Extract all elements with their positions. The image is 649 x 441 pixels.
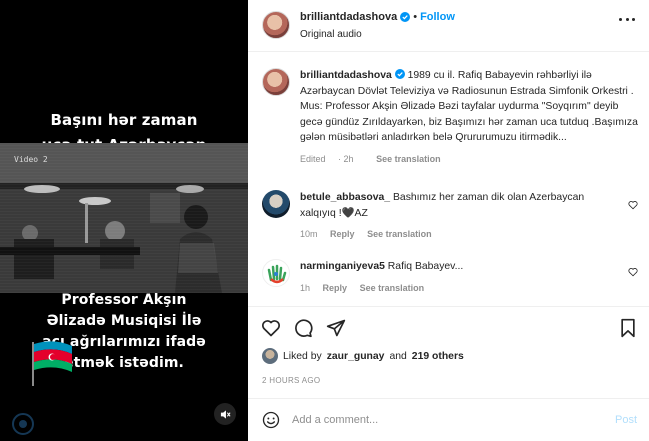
hand-logo-icon — [267, 264, 287, 284]
author-avatar[interactable] — [262, 11, 290, 39]
like-comment-heart-icon[interactable] — [628, 267, 638, 277]
commenter-avatar[interactable] — [262, 259, 290, 287]
like-heart-icon[interactable] — [261, 318, 281, 338]
emoji-picker-icon[interactable] — [262, 411, 280, 429]
caption-edited: Edited — [300, 153, 326, 164]
audio-link[interactable]: Original audio — [300, 29, 362, 40]
mute-button[interactable] — [214, 403, 236, 425]
follow-button[interactable]: Follow — [420, 11, 455, 23]
verified-badge-icon — [394, 69, 405, 79]
like-comment-heart-icon[interactable] — [628, 200, 638, 210]
more-options-button[interactable] — [619, 18, 635, 22]
post-actions — [248, 306, 649, 346]
comment-meta: 10m Reply See translation — [300, 227, 620, 243]
comment-body: narminganiyeva5 Rafiq Babayev... 1h Repl… — [300, 259, 620, 296]
caption-see-translation[interactable]: See translation — [376, 154, 441, 164]
caption-text: 1989 cu il. Rafiq Babayevin rəhbərliyi i… — [300, 70, 638, 144]
caption-avatar[interactable] — [262, 68, 290, 96]
post-timestamp: 2 HOURS AGO — [262, 376, 321, 385]
likes-summary: Liked by zaur_gunay and 219 others — [262, 348, 464, 364]
comment-item: narminganiyeva5 Rafiq Babayev... 1h Repl… — [262, 259, 642, 296]
verified-badge-icon — [400, 12, 411, 22]
speaker-muted-icon — [220, 409, 231, 419]
comment-time: 1h — [300, 282, 311, 293]
comment-username[interactable]: narminganiyeva5 — [300, 261, 385, 272]
comment-text: Rafiq Babayev... — [387, 261, 464, 272]
post-caption: brilliantdadashova 1989 cu il. Rafiq Bab… — [262, 68, 642, 168]
more-dot-icon — [632, 18, 635, 21]
reply-button[interactable]: Reply — [330, 229, 355, 239]
comment-bubble-icon[interactable] — [293, 318, 313, 338]
watermark-icon — [12, 413, 34, 435]
header-separator: • — [413, 11, 418, 23]
likes-prefix: Liked by — [283, 350, 322, 362]
comment-username[interactable]: betule_abbasova_ — [300, 192, 390, 203]
comment-see-translation[interactable]: See translation — [360, 283, 425, 293]
caption-body: brilliantdadashova 1989 cu il. Rafiq Bab… — [300, 68, 642, 168]
comment-meta: 1h Reply See translation — [300, 281, 620, 297]
more-dot-icon — [625, 18, 629, 21]
caption-time: 2h — [343, 153, 354, 164]
video-frame: Video 2 — [0, 143, 248, 293]
save-bookmark-icon[interactable] — [618, 318, 638, 338]
share-paper-plane-icon[interactable] — [326, 318, 346, 338]
liker-avatar[interactable] — [262, 348, 278, 364]
comment-item: betule_abbasova_ Bashımız her zaman dik … — [262, 190, 642, 243]
comment-body: betule_abbasova_ Bashımız her zaman dik … — [300, 190, 620, 243]
post-sidebar: brilliantdadashova • Follow Original aud… — [248, 0, 649, 441]
video-player[interactable]: Başını hər zaman uca tut Azərbaycan Vide… — [0, 0, 248, 441]
video-osd-label: Video 2 — [14, 155, 48, 164]
comment-input[interactable] — [292, 410, 592, 430]
caption-meta: Edited · 2h See translation — [300, 153, 441, 164]
author-username[interactable]: brilliantdadashova — [300, 11, 397, 23]
comment-see-translation[interactable]: See translation — [367, 229, 432, 239]
likes-and: and — [389, 350, 407, 362]
azerbaijan-flag-icon — [32, 341, 72, 386]
liker-username[interactable]: zaur_gunay — [327, 351, 385, 362]
caption-username[interactable]: brilliantdadashova — [300, 70, 392, 81]
author-row: brilliantdadashova • Follow — [300, 11, 455, 23]
reply-button[interactable]: Reply — [323, 283, 348, 293]
comment-time: 10m — [300, 229, 318, 240]
more-dot-icon — [619, 18, 622, 21]
post-header: brilliantdadashova • Follow Original aud… — [248, 0, 649, 52]
add-comment-bar: Post — [248, 398, 649, 441]
commenter-avatar[interactable] — [262, 190, 290, 218]
post-comment-button[interactable]: Post — [615, 414, 637, 426]
likes-others-link[interactable]: 219 others — [412, 351, 464, 362]
